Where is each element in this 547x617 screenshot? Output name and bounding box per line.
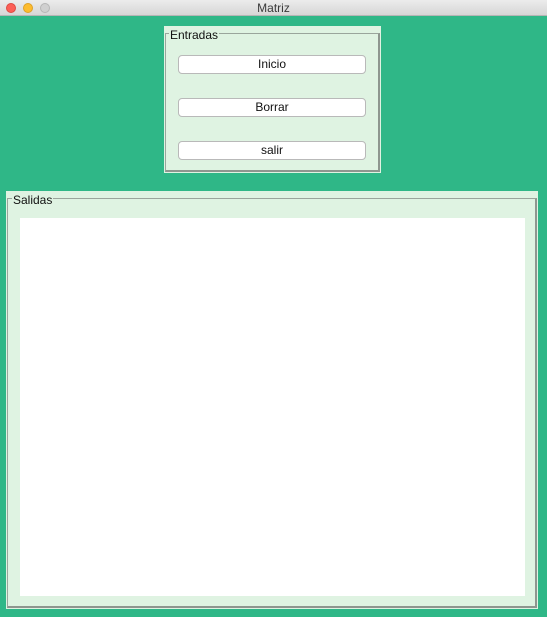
salidas-panel: Salidas <box>6 191 538 609</box>
window-title: Matriz <box>257 1 290 15</box>
output-text-area[interactable] <box>20 218 525 596</box>
app-window: Matriz Entradas Inicio Borrar salir Sali… <box>0 0 547 617</box>
salidas-panel-legend: Salidas <box>12 193 54 207</box>
entradas-panel: Entradas Inicio Borrar salir <box>164 26 381 173</box>
borrar-button[interactable]: Borrar <box>178 98 366 117</box>
entradas-panel-legend: Entradas <box>169 28 220 42</box>
salir-button[interactable]: salir <box>178 141 366 160</box>
title-bar[interactable]: Matriz <box>0 0 547 16</box>
inicio-button[interactable]: Inicio <box>178 55 366 74</box>
